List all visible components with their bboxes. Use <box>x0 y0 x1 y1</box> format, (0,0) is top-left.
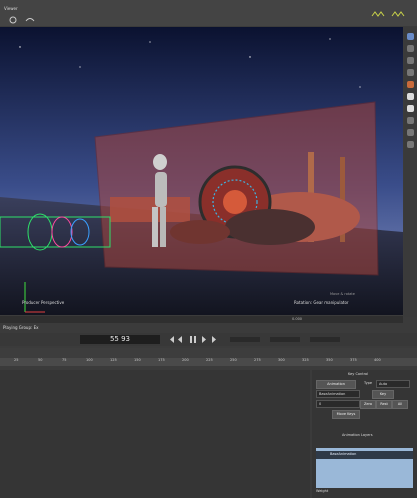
ruler-tick: 150 <box>134 358 141 362</box>
viewer-tool-strip <box>404 27 417 317</box>
viewport-status-bar <box>0 316 403 323</box>
ruler-tick: 200 <box>182 358 189 362</box>
manipulator-label: Rotation: Gear manipulator <box>294 300 349 305</box>
animation-layers-title: Animation Layers <box>342 433 373 437</box>
ruler-tick: 25 <box>14 358 19 362</box>
move-keys-button[interactable]: Move Keys <box>332 410 360 419</box>
app-title: Viewer <box>4 6 18 11</box>
transport-bar <box>0 333 417 346</box>
ruler-tick: 225 <box>206 358 213 362</box>
ruler-tick: 50 <box>38 358 43 362</box>
scale-icon[interactable] <box>407 69 414 76</box>
all-button[interactable]: All <box>392 400 408 409</box>
ruler-tick: 100 <box>86 358 93 362</box>
top-toolbar: Viewer <box>0 0 417 26</box>
select-icon[interactable] <box>407 33 414 40</box>
rest-button[interactable]: Rest <box>376 400 392 409</box>
layout-icons[interactable] <box>370 10 410 18</box>
select-tool-icon[interactable] <box>8 15 38 25</box>
coordinate-readout: 0.000 <box>292 317 303 321</box>
ruler-tick: 275 <box>254 358 261 362</box>
type-label: Type <box>364 381 373 385</box>
ruler-tick: 325 <box>302 358 309 362</box>
ruler-tick: 75 <box>62 358 67 362</box>
pin-icon[interactable] <box>407 117 414 124</box>
ruler-tick: 300 <box>278 358 285 362</box>
type-select[interactable]: Auto <box>376 380 410 388</box>
cube-icon[interactable] <box>407 93 414 100</box>
transport-controls[interactable] <box>170 335 400 344</box>
weight-label: Weight <box>316 489 329 493</box>
globe-icon[interactable] <box>407 129 414 136</box>
ruler-tick: 175 <box>158 358 165 362</box>
ruler-tick: 350 <box>326 358 333 362</box>
ruler-tick: 375 <box>350 358 357 362</box>
3d-viewport[interactable]: Move & rotate Producer Perspective Rotat… <box>0 27 403 315</box>
panel-title: Playing Group: Ex <box>3 325 39 330</box>
ruler-tick: 250 <box>230 358 237 362</box>
camera-icon[interactable] <box>407 105 414 112</box>
key-value-field[interactable]: 0 <box>316 400 360 408</box>
dopesheet-tracks[interactable] <box>0 370 310 498</box>
key-control-title: Key Control <box>348 372 369 376</box>
move-icon[interactable] <box>407 45 414 52</box>
viewport-top-label: Move & rotate <box>330 292 355 296</box>
layer-name: BaseAnimation <box>330 452 357 456</box>
grid-icon[interactable] <box>407 141 414 148</box>
scene-render <box>0 27 403 315</box>
rotate-icon[interactable] <box>407 57 414 64</box>
base-animation-field[interactable]: BaseAnimation <box>316 390 360 398</box>
zero-button[interactable]: Zero <box>360 400 376 409</box>
camera-label: Producer Perspective <box>22 300 65 305</box>
light-icon[interactable] <box>407 81 414 88</box>
timecode-display[interactable]: 55 93 <box>80 335 160 344</box>
ruler-tick: 400 <box>374 358 381 362</box>
ruler-tick: 125 <box>110 358 117 362</box>
key-button[interactable]: Key <box>372 390 394 399</box>
animation-tab[interactable]: Animation <box>316 380 356 389</box>
